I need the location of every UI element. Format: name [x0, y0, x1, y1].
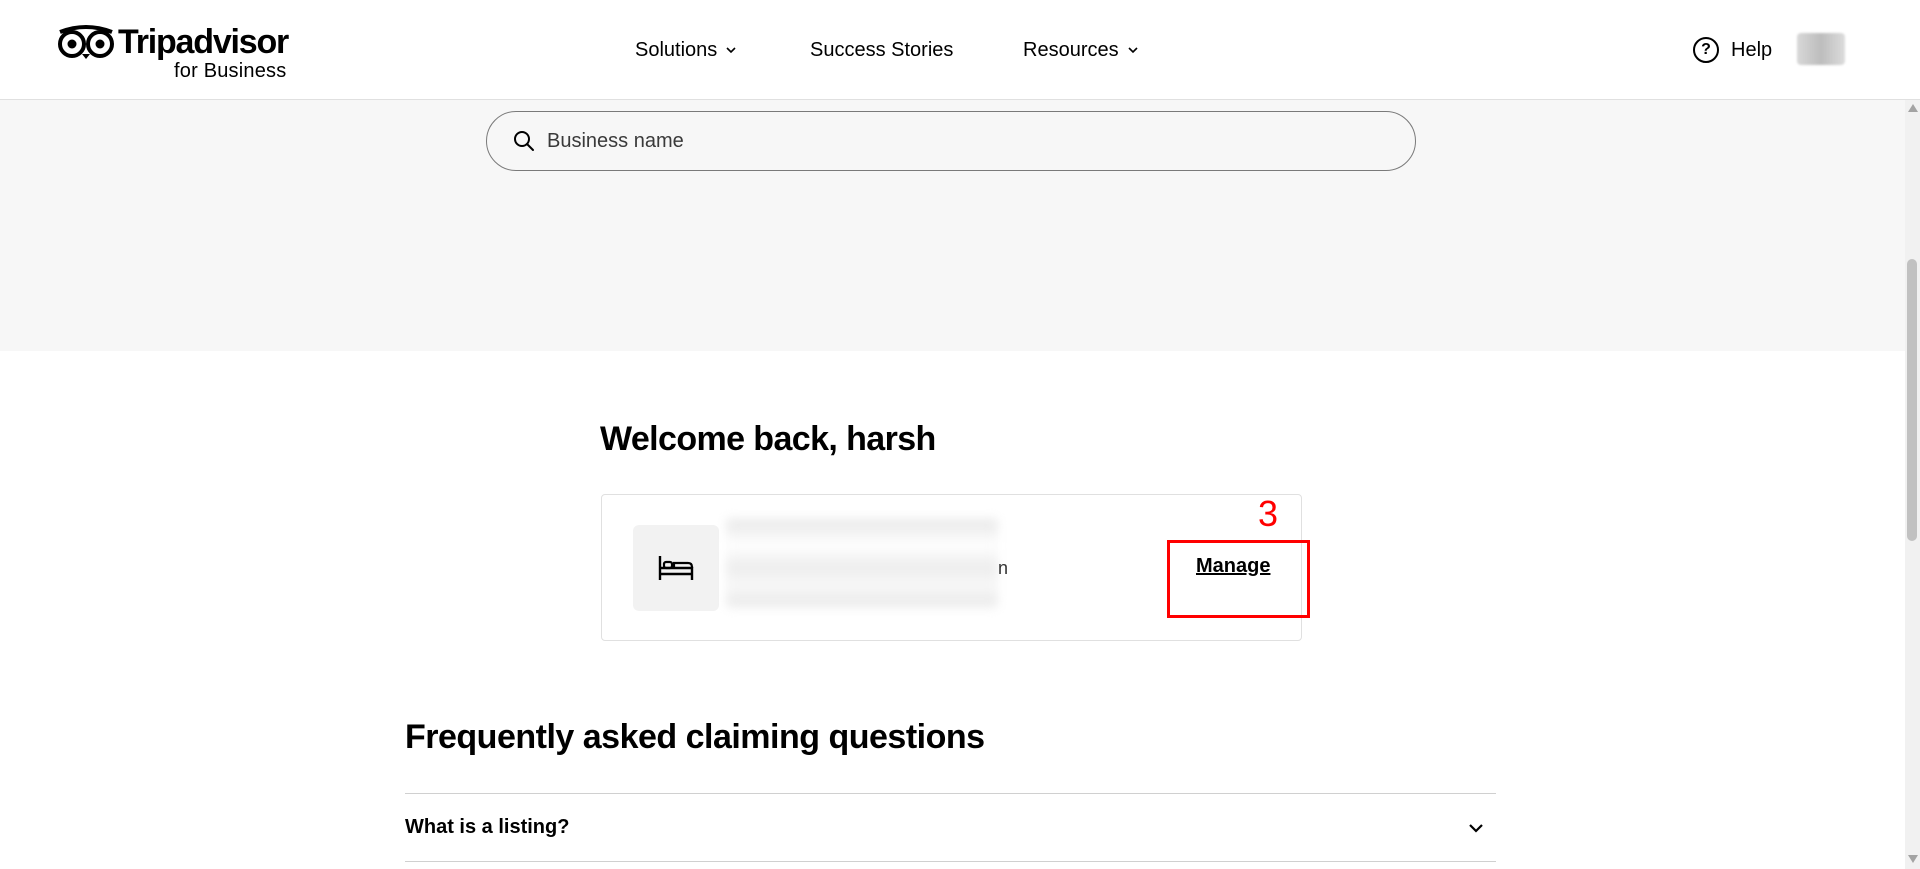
help-label: Help — [1731, 38, 1773, 61]
nav-resources-label: Resources — [1023, 39, 1119, 61]
faq-divider — [405, 861, 1496, 862]
annotation-label: 3 — [1258, 493, 1279, 534]
faq-question: What is a listing? — [405, 816, 570, 838]
welcome-heading: Welcome back, harsh — [600, 420, 936, 458]
annotation-highlight-box — [1167, 540, 1310, 618]
logo-wordmark: Tripadvisor — [118, 23, 289, 61]
search-icon — [514, 131, 534, 151]
help-link[interactable]: ? Help — [1693, 36, 1772, 64]
chevron-down-icon — [726, 47, 736, 54]
listing-details-redacted — [726, 519, 998, 607]
nav-resources[interactable]: Resources — [1023, 37, 1139, 63]
business-search-bar[interactable] — [486, 111, 1416, 171]
chevron-down-icon — [1128, 47, 1138, 54]
listing-type-badge — [633, 525, 719, 611]
business-name-input[interactable] — [547, 129, 1347, 153]
nav-success-stories-label: Success Stories — [810, 39, 954, 61]
logo-subtitle: for Business — [174, 60, 287, 82]
question-circle-icon: ? — [1693, 37, 1719, 63]
nav-solutions-label: Solutions — [635, 39, 718, 61]
scroll-up-arrow-icon[interactable] — [1908, 104, 1918, 112]
listing-location-text: n — [998, 558, 1009, 578]
scrollbar-thumb[interactable] — [1907, 259, 1917, 541]
faq-heading: Frequently asked claiming questions — [405, 718, 985, 756]
top-header: Tripadvisor for Business Solutions Succe… — [0, 0, 1920, 100]
nav-solutions[interactable]: Solutions — [635, 37, 737, 63]
chevron-down-icon — [1469, 823, 1483, 833]
avatar[interactable] — [1797, 33, 1845, 65]
scroll-down-arrow-icon[interactable] — [1908, 855, 1918, 863]
nav-success-stories[interactable]: Success Stories — [810, 37, 953, 63]
faq-item[interactable]: What is a listing? — [405, 794, 1496, 861]
bed-icon — [658, 556, 694, 580]
owl-logo-icon — [58, 25, 114, 59]
tripadvisor-logo[interactable]: Tripadvisor for Business — [58, 22, 303, 82]
